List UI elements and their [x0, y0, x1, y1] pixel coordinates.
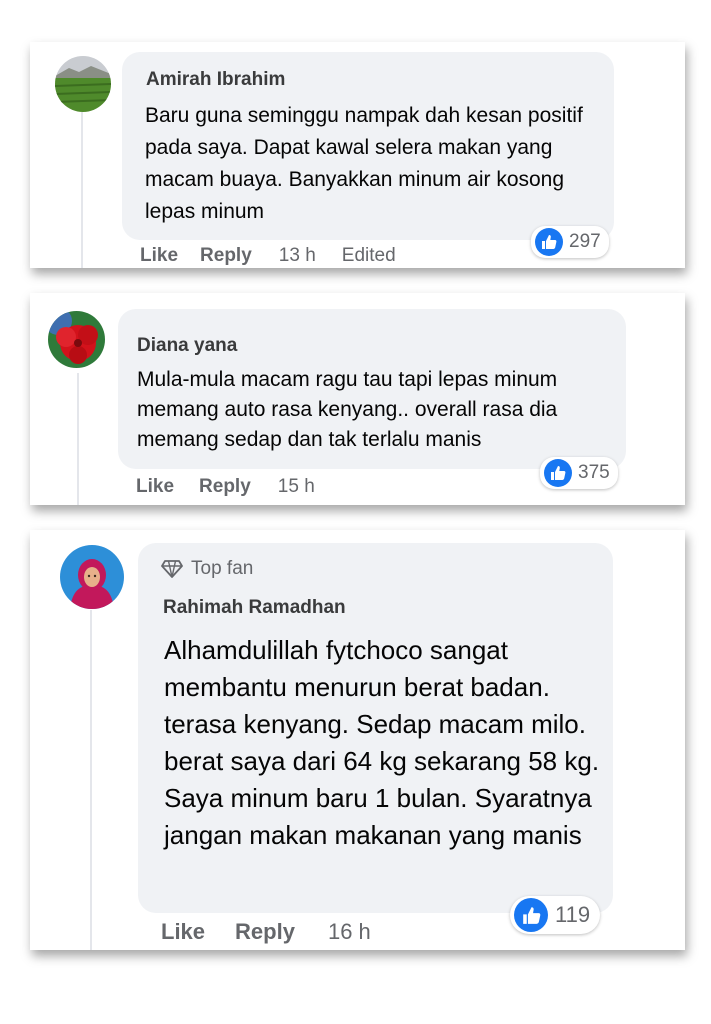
comment-card: Top fan Rahimah Ramadhan Alhamdulillah f… [30, 530, 685, 950]
comment-text: Mula-mula macam ragu tau tapi lepas minu… [137, 368, 558, 451]
top-fan-badge[interactable]: Top fan [161, 557, 253, 581]
comment-actions: Like Reply 13 h Edited [140, 243, 396, 269]
comment-author[interactable]: Diana yana [137, 335, 237, 357]
edited-label: Edited [341, 245, 396, 266]
avatar[interactable] [60, 545, 124, 609]
comment-card: Diana yana Mula-mula macam ragu tau tapi… [30, 293, 685, 505]
reaction-number: 119 [555, 902, 591, 927]
reaction-number: 375 [578, 462, 610, 483]
top-fan-label: Top fan [191, 558, 254, 579]
reaction-number: 297 [569, 231, 601, 252]
comment-author[interactable]: Amirah Ibrahim [146, 69, 285, 91]
like-link[interactable]: Like [161, 919, 205, 945]
comment-text: Baru guna seminggu nampak dah kesan posi… [145, 104, 583, 223]
reaction-count[interactable]: 297 [531, 226, 609, 258]
reply-link[interactable]: Reply [200, 245, 252, 267]
diamond-icon [161, 560, 183, 578]
reaction-count[interactable]: 119 [510, 896, 601, 934]
avatar[interactable] [48, 311, 105, 368]
comment-text: Alhamdulillah fytchoco sangat membantu m… [164, 635, 600, 850]
comment-actions: Like Reply 15 h [136, 474, 315, 500]
comment-actions: Like Reply 16 h [161, 918, 371, 946]
thread-line [90, 610, 92, 950]
comment-card: Amirah Ibrahim Baru guna seminggu nampak… [30, 42, 685, 268]
like-link[interactable]: Like [136, 476, 174, 498]
thread-line [81, 112, 83, 268]
reaction-count[interactable]: 375 [540, 457, 618, 489]
like-link[interactable]: Like [140, 245, 178, 267]
comment-author[interactable]: Rahimah Ramadhan [163, 597, 346, 619]
comment-time[interactable]: 15 h [278, 476, 315, 498]
red-hibiscus-avatar-icon [48, 311, 105, 368]
comment-time[interactable]: 16 h [328, 919, 371, 945]
landscape-field-avatar-icon [55, 56, 111, 112]
reply-link[interactable]: Reply [199, 476, 251, 498]
thumbs-up-icon [535, 228, 563, 256]
thumbs-up-icon [544, 459, 572, 487]
reply-link[interactable]: Reply [235, 919, 295, 945]
thumbs-up-icon [514, 898, 548, 932]
thread-line [77, 373, 79, 505]
comment-time[interactable]: 13 h [279, 245, 316, 267]
avatar[interactable] [55, 56, 111, 112]
hijab-woman-avatar-icon [60, 545, 124, 609]
